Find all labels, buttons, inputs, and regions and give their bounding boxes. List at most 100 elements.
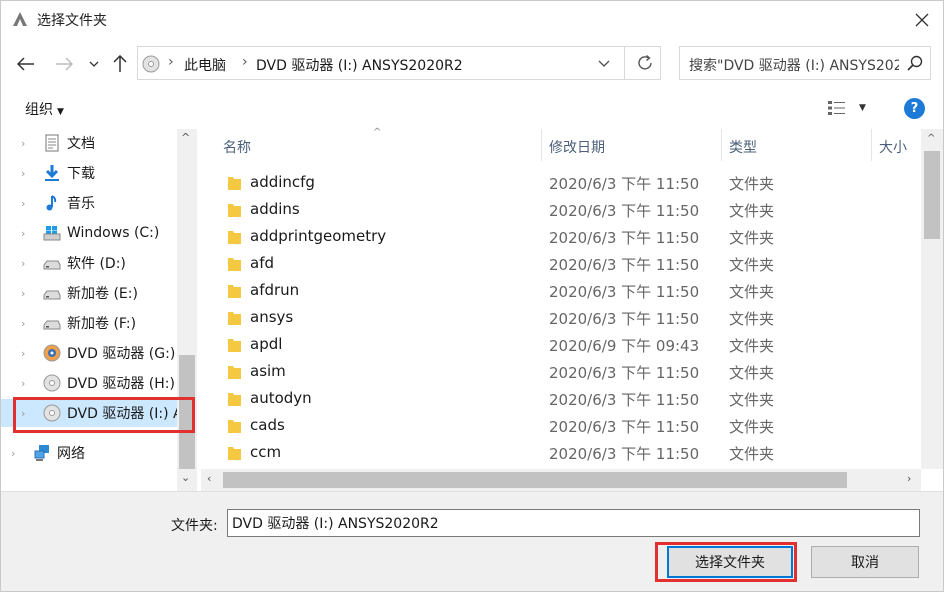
table-row[interactable]: autodyn 2020/6/3 下午 11:50 文件夹 bbox=[201, 385, 921, 412]
file-date: 2020/6/9 下午 09:43 bbox=[549, 337, 700, 355]
scroll-left-icon[interactable]: ‹ bbox=[207, 472, 211, 485]
folder-name-input[interactable] bbox=[227, 509, 920, 537]
up-button[interactable] bbox=[109, 49, 131, 79]
view-options-icon[interactable] bbox=[827, 100, 847, 116]
expand-arrow-icon[interactable]: › bbox=[21, 227, 25, 240]
table-row[interactable]: apdl 2020/6/9 下午 09:43 文件夹 bbox=[201, 331, 921, 358]
nav-item-documents[interactable]: › 文档 bbox=[1, 129, 177, 157]
table-row[interactable]: addins 2020/6/3 下午 11:50 文件夹 bbox=[201, 196, 921, 223]
nav-item-dvd-h[interactable]: › DVD 驱动器 (H:) bbox=[1, 369, 177, 397]
nav-item-drive-f[interactable]: › 新加卷 (F:) bbox=[1, 309, 177, 337]
file-name: addincfg bbox=[250, 173, 315, 191]
file-date: 2020/6/3 下午 11:50 bbox=[549, 202, 700, 220]
file-date: 2020/6/3 下午 11:50 bbox=[549, 310, 700, 328]
arrow-up-icon bbox=[113, 55, 127, 72]
search-icon[interactable] bbox=[906, 54, 924, 72]
file-type: 文件夹 bbox=[729, 391, 775, 409]
folder-icon bbox=[228, 447, 241, 460]
help-icon[interactable]: ? bbox=[904, 98, 925, 119]
download-icon bbox=[45, 165, 59, 181]
table-row[interactable]: ansys 2020/6/3 下午 11:50 文件夹 bbox=[201, 304, 921, 331]
forward-button[interactable] bbox=[51, 49, 77, 79]
back-button[interactable] bbox=[13, 49, 39, 79]
table-row[interactable]: afdrun 2020/6/3 下午 11:50 文件夹 bbox=[201, 277, 921, 304]
nav-item-drive-d[interactable]: › 软件 (D:) bbox=[1, 249, 177, 277]
nav-item-drive-c[interactable]: › Windows (C:) bbox=[1, 219, 177, 247]
file-list-horizontal-scrollbar[interactable]: ‹ › bbox=[201, 469, 921, 491]
recent-locations-button[interactable] bbox=[85, 49, 103, 79]
folder-icon bbox=[228, 231, 241, 244]
disc-icon bbox=[43, 374, 61, 392]
column-header-date[interactable]: 修改日期 bbox=[549, 137, 605, 157]
table-row[interactable]: addprintgeometry 2020/6/3 下午 11:50 文件夹 bbox=[201, 223, 921, 250]
nav-item-label: DVD 驱动器 (G:) bbox=[67, 346, 176, 362]
expand-arrow-icon[interactable]: › bbox=[21, 347, 25, 360]
column-header-name[interactable]: 名称 bbox=[223, 137, 251, 157]
expand-arrow-icon[interactable]: › bbox=[21, 197, 25, 210]
file-type: 文件夹 bbox=[729, 337, 775, 355]
file-name: addprintgeometry bbox=[250, 227, 387, 245]
file-list-vertical-scrollbar[interactable]: ^ bbox=[921, 129, 943, 469]
organize-menu[interactable]: 组织 ▼ bbox=[25, 99, 64, 119]
scrollbar-thumb[interactable] bbox=[924, 151, 940, 239]
chevron-down-icon[interactable] bbox=[594, 53, 614, 73]
network-icon bbox=[34, 445, 49, 461]
column-divider[interactable] bbox=[871, 129, 872, 161]
organize-label: 组织 bbox=[25, 102, 53, 118]
file-list: ^ 名称 修改日期 类型 大小 addincfg 2020/6/3 下午 11:… bbox=[201, 127, 943, 491]
column-header-size[interactable]: 大小 bbox=[879, 137, 907, 157]
nav-item-music[interactable]: › 音乐 bbox=[1, 189, 177, 217]
nav-item-downloads[interactable]: › 下载 bbox=[1, 159, 177, 187]
expand-arrow-icon[interactable]: › bbox=[11, 447, 15, 460]
table-row[interactable]: ccm 2020/6/3 下午 11:50 文件夹 bbox=[201, 439, 921, 466]
file-name: autodyn bbox=[250, 389, 312, 407]
view-caret-icon[interactable]: ▼ bbox=[859, 103, 866, 113]
table-row[interactable]: afd 2020/6/3 下午 11:50 文件夹 bbox=[201, 250, 921, 277]
column-divider[interactable] bbox=[541, 129, 542, 161]
table-row[interactable]: cads 2020/6/3 下午 11:50 文件夹 bbox=[201, 412, 921, 439]
file-type: 文件夹 bbox=[729, 283, 775, 301]
dialog-footer: 文件夹: 选择文件夹 取消 bbox=[1, 491, 943, 591]
highlight-box bbox=[655, 542, 797, 582]
file-type: 文件夹 bbox=[729, 364, 775, 382]
expand-arrow-icon[interactable]: › bbox=[21, 377, 25, 390]
cancel-button[interactable]: 取消 bbox=[811, 546, 919, 578]
folder-icon bbox=[228, 339, 241, 352]
file-date: 2020/6/3 下午 11:50 bbox=[549, 364, 700, 382]
breadcrumb-this-pc[interactable]: 此电脑 bbox=[184, 55, 226, 75]
nav-item-network[interactable]: › 网络 bbox=[1, 439, 177, 467]
expand-arrow-icon[interactable]: › bbox=[21, 257, 25, 270]
column-header-type[interactable]: 类型 bbox=[729, 137, 757, 157]
table-row[interactable]: asim 2020/6/3 下午 11:50 文件夹 bbox=[201, 358, 921, 385]
breadcrumb-separator-icon[interactable]: › bbox=[168, 54, 174, 70]
search-box[interactable]: 搜索"DVD 驱动器 (I:) ANSYS2020R2" bbox=[679, 46, 931, 80]
expand-arrow-icon[interactable]: › bbox=[21, 137, 25, 150]
breadcrumb-separator-icon[interactable]: › bbox=[242, 54, 248, 70]
address-bar[interactable]: › 此电脑 › DVD 驱动器 (I:) ANSYS2020R2 bbox=[137, 46, 661, 80]
refresh-icon[interactable] bbox=[634, 52, 656, 74]
expand-arrow-icon[interactable]: › bbox=[21, 167, 25, 180]
expand-arrow-icon[interactable]: › bbox=[21, 287, 25, 300]
search-input[interactable]: 搜索"DVD 驱动器 (I:) ANSYS2020R2" bbox=[689, 55, 899, 75]
file-date: 2020/6/3 下午 11:50 bbox=[549, 283, 700, 301]
folder-field-label: 文件夹: bbox=[171, 518, 218, 534]
breadcrumb-current-drive[interactable]: DVD 驱动器 (I:) ANSYS2020R2 bbox=[256, 55, 463, 75]
file-name: addins bbox=[250, 200, 300, 218]
dvd-media-icon bbox=[43, 344, 61, 362]
nav-pane-scrollbar[interactable]: ^ ⌄ bbox=[177, 129, 197, 491]
close-icon bbox=[915, 13, 929, 27]
column-divider[interactable] bbox=[721, 129, 722, 161]
scrollbar-thumb[interactable] bbox=[223, 472, 847, 488]
scroll-right-icon[interactable]: › bbox=[907, 472, 911, 485]
scroll-down-icon[interactable]: ⌄ bbox=[181, 471, 190, 484]
nav-item-dvd-g[interactable]: › DVD 驱动器 (G:) bbox=[1, 339, 177, 367]
scroll-up-icon[interactable]: ^ bbox=[927, 133, 935, 144]
expand-arrow-icon[interactable]: › bbox=[21, 317, 25, 330]
sort-ascending-icon: ^ bbox=[373, 127, 382, 138]
file-type: 文件夹 bbox=[729, 202, 775, 220]
documents-icon bbox=[45, 134, 59, 152]
nav-item-drive-e[interactable]: › 新加卷 (E:) bbox=[1, 279, 177, 307]
scroll-up-icon[interactable]: ^ bbox=[181, 131, 190, 144]
table-row[interactable]: addincfg 2020/6/3 下午 11:50 文件夹 bbox=[201, 169, 921, 196]
close-button[interactable] bbox=[899, 1, 944, 39]
